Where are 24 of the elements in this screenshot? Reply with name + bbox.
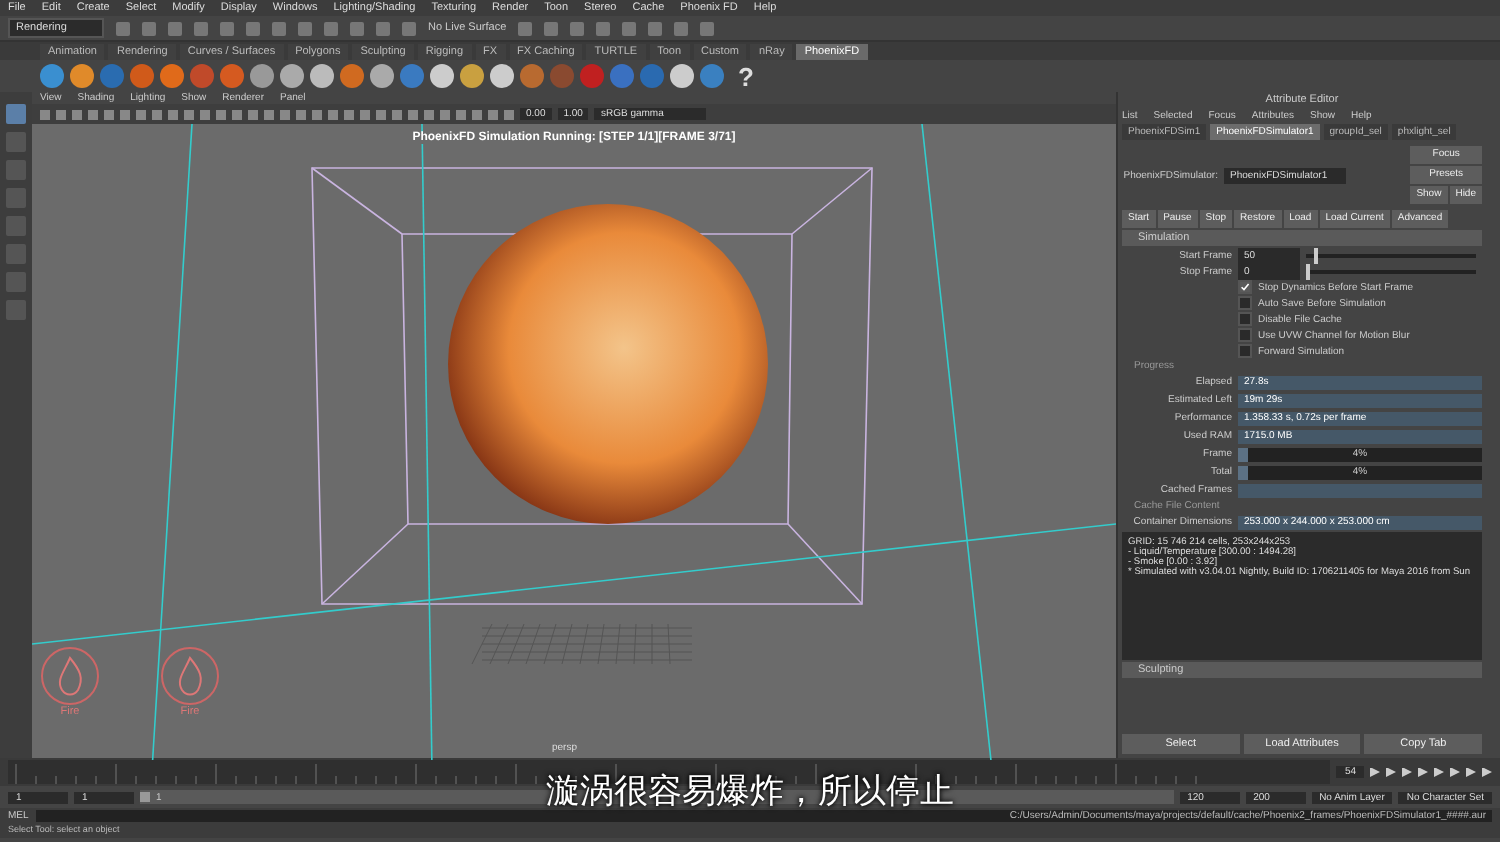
- shelf-icon[interactable]: [670, 64, 694, 88]
- shelf-icon[interactable]: [370, 64, 394, 88]
- slider-thumb[interactable]: [1314, 247, 1319, 263]
- flame-icon: [160, 646, 220, 706]
- shelf-icon[interactable]: [40, 64, 64, 88]
- checkbox[interactable]: [1238, 344, 1252, 358]
- shelf-icon[interactable]: [310, 64, 334, 88]
- shelf-icon[interactable]: [430, 64, 454, 88]
- help-icon[interactable]: ?: [738, 61, 754, 91]
- shelf-icon[interactable]: [460, 64, 484, 88]
- flame-icon: [40, 646, 100, 706]
- shelf-icon[interactable]: [250, 64, 274, 88]
- checkbox[interactable]: [1238, 312, 1252, 326]
- checkbox[interactable]: [1238, 296, 1252, 310]
- shelf-icon[interactable]: [160, 64, 184, 88]
- checkbox[interactable]: [1238, 328, 1252, 342]
- shelf-icon[interactable]: [280, 64, 304, 88]
- shelf-icon[interactable]: [70, 64, 94, 88]
- shelf-icon[interactable]: [220, 64, 244, 88]
- checkbox[interactable]: [1238, 280, 1252, 294]
- shelf-icon[interactable]: [490, 64, 514, 88]
- subtitle: 漩涡很容易爆炸，所以停止: [546, 772, 954, 812]
- range-slider-handle[interactable]: [140, 792, 150, 802]
- shelf-icon[interactable]: [340, 64, 364, 88]
